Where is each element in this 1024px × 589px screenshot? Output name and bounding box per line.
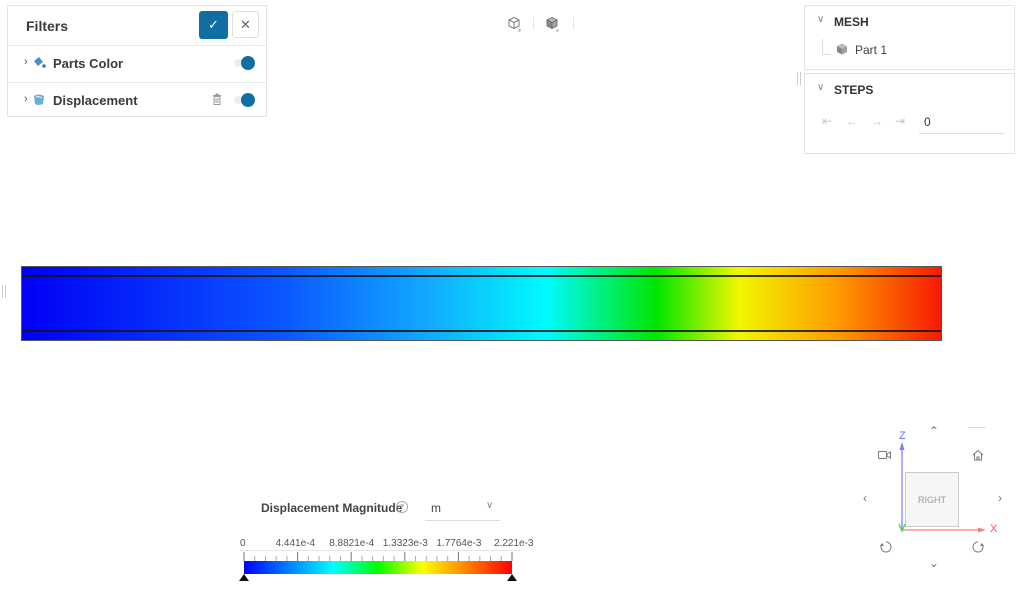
paint-bucket-icon	[34, 57, 46, 68]
first-step-icon[interactable]: ⇤	[822, 114, 832, 128]
rotate-cw-icon[interactable]	[972, 540, 985, 553]
close-filters-button[interactable]: ✕	[232, 11, 259, 38]
toolbar-divider	[533, 16, 534, 30]
legend-tick-label: 8.8821e-4	[329, 538, 375, 549]
chevron-down-icon[interactable]: ∨	[817, 14, 824, 25]
legend-tick-label: 1.3323e-3	[382, 538, 428, 549]
parts-color-toggle[interactable]	[234, 55, 256, 71]
legend-min-marker[interactable]	[239, 574, 249, 581]
beam-edge-bottom	[22, 330, 941, 332]
displacement-toggle[interactable]	[234, 92, 256, 108]
chevron-down-icon: ∨	[486, 500, 494, 511]
close-icon: ✕	[240, 16, 251, 32]
unit-value: m	[431, 501, 441, 515]
last-step-icon[interactable]: ⇥	[895, 114, 905, 128]
filter-label: Parts Color	[53, 56, 124, 71]
apply-filters-button[interactable]: ✓	[199, 11, 228, 39]
chevron-right-icon[interactable]: ›	[24, 56, 28, 68]
chevron-right-icon[interactable]: ›	[24, 93, 28, 105]
axis-z-label: Z	[899, 430, 906, 442]
tree-connector	[822, 39, 831, 55]
legend-max-marker[interactable]	[507, 574, 517, 581]
left-panel-handle[interactable]	[2, 285, 6, 298]
part-cube-icon	[837, 43, 847, 55]
panel-resize-handle[interactable]	[797, 72, 801, 85]
steps-panel: ∨ STEPS ⇤ ← → ⇥	[804, 73, 1015, 154]
check-icon: ✓	[208, 17, 219, 32]
displacement-icon	[34, 94, 44, 105]
rotate-ccw-icon[interactable]	[879, 540, 892, 553]
axis-triad	[898, 442, 986, 533]
beam-edge-top	[22, 275, 941, 277]
filter-item-displacement[interactable]: › Displacement	[8, 83, 266, 119]
filter-label: Displacement	[53, 93, 138, 108]
prev-step-icon[interactable]: ←	[846, 114, 858, 128]
filters-title: Filters	[26, 18, 69, 34]
legend-tick-label: 2.221e-3	[494, 538, 534, 549]
steps-title: STEPS	[834, 83, 874, 97]
toolbar-divider	[573, 16, 574, 30]
legend-info-icon[interactable]: ≡	[396, 501, 408, 513]
next-step-icon[interactable]: →	[871, 114, 883, 128]
legend-tick-label: 4.441e-4	[275, 538, 316, 549]
legend-colorbar	[244, 561, 512, 574]
legend-tick-label: 0	[240, 538, 246, 549]
filter-item-parts-color[interactable]: › Parts Color	[8, 46, 266, 83]
orbit-down-button[interactable]: ⌄	[929, 556, 939, 570]
solid-cube-icon[interactable]	[543, 15, 561, 33]
beam-result-mesh[interactable]	[21, 266, 942, 341]
step-input[interactable]	[919, 110, 1004, 134]
filters-panel: Filters ✓ ✕ › Parts Color › Displacement	[7, 5, 267, 117]
axis-x-label: X	[990, 523, 998, 535]
unit-select[interactable]: m ∨	[425, 496, 500, 521]
filters-header: Filters ✓ ✕	[8, 6, 266, 46]
orbit-left-button[interactable]: ‹	[863, 491, 867, 505]
mesh-title: MESH	[834, 15, 869, 29]
legend-tick-label: 1.7764e-3	[436, 538, 482, 549]
chevron-down-icon[interactable]: ∨	[817, 82, 824, 93]
part-1-item[interactable]: Part 1	[855, 43, 887, 57]
trash-icon[interactable]	[212, 93, 222, 105]
mesh-panel: ∨ MESH Part 1	[804, 5, 1015, 70]
wireframe-cube-icon[interactable]	[505, 15, 523, 33]
legend-title: Displacement Magnitude	[261, 501, 403, 515]
